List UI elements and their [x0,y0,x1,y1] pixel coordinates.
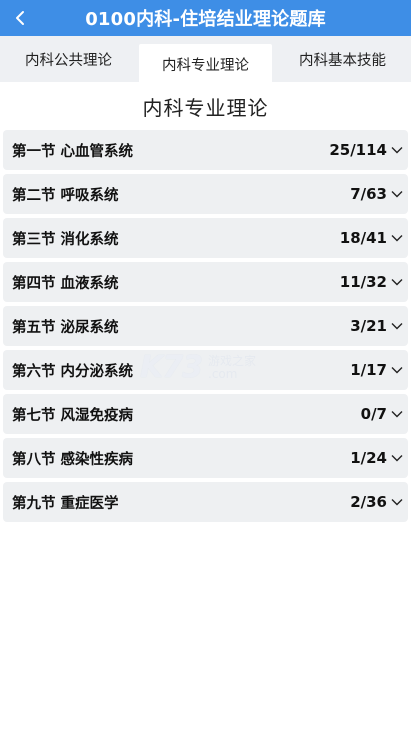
title-bar: 0100内科-住培结业理论题库 [0,0,411,36]
chapter-item[interactable]: 第三节 消化系统 18/41 [3,218,408,258]
chapter-item[interactable]: 第五节 泌尿系统 3/21 [3,306,408,346]
chapter-name: 第一节 心血管系统 [12,143,134,160]
chapter-name: 第八节 感染性疾病 [12,451,134,468]
chapter-progress: 11/32 [339,273,387,291]
page-title: 0100内科-住培结业理论题库 [85,9,326,30]
chapter-item[interactable]: 第二节 呼吸系统 7/63 [3,174,408,214]
chapter-item[interactable]: 第四节 血液系统 11/32 [3,262,408,302]
chevron-down-icon [391,191,403,198]
chapter-progress: 3/21 [350,317,387,335]
chevron-down-icon [391,499,403,506]
chapter-name: 第六节 内分泌系统 [12,363,134,380]
tab-specialty-theory[interactable]: 内科专业理论 [139,44,272,82]
chapter-item[interactable]: 第一节 心血管系统 25/114 [3,130,408,170]
chapter-name: 第七节 风湿免疫病 [12,407,134,424]
chapter-progress: 1/24 [350,449,387,467]
chapter-progress: 25/114 [329,141,387,159]
chevron-down-icon [391,411,403,418]
chevron-down-icon [391,235,403,242]
chapter-name: 第三节 消化系统 [12,231,119,248]
chevron-down-icon [391,323,403,330]
chapter-name: 第九节 重症医学 [12,495,119,512]
chevron-down-icon [391,367,403,374]
chapter-progress: 2/36 [350,493,387,511]
chapter-name: 第四节 血液系统 [12,275,119,292]
tab-bar: 内科公共理论 内科专业理论 内科基本技能 [0,36,411,82]
chevron-down-icon [391,455,403,462]
tab-public-theory[interactable]: 内科公共理论 [2,36,135,82]
chapter-progress: 1/17 [350,361,387,379]
chapter-item[interactable]: 第七节 风湿免疫病 0/7 [3,394,408,434]
tab-basic-skills[interactable]: 内科基本技能 [276,36,409,82]
chapter-progress: 7/63 [350,185,387,203]
back-button[interactable] [6,0,34,36]
chapter-progress: 18/41 [339,229,387,247]
chapter-item[interactable]: 第八节 感染性疾病 1/24 [3,438,408,478]
section-heading: 内科专业理论 [142,96,269,120]
chevron-down-icon [391,147,403,154]
chapter-name: 第五节 泌尿系统 [12,319,119,336]
chapter-item[interactable]: 第六节 内分泌系统 1/17 [3,350,408,390]
chapter-list: 第一节 心血管系统 25/114 第二节 呼吸系统 7/63 第三节 消化系统 … [0,130,411,522]
chevron-left-icon [16,11,24,25]
chapter-name: 第二节 呼吸系统 [12,187,119,204]
chapter-item[interactable]: 第九节 重症医学 2/36 [3,482,408,522]
chapter-progress: 0/7 [360,405,387,423]
chevron-down-icon [391,279,403,286]
